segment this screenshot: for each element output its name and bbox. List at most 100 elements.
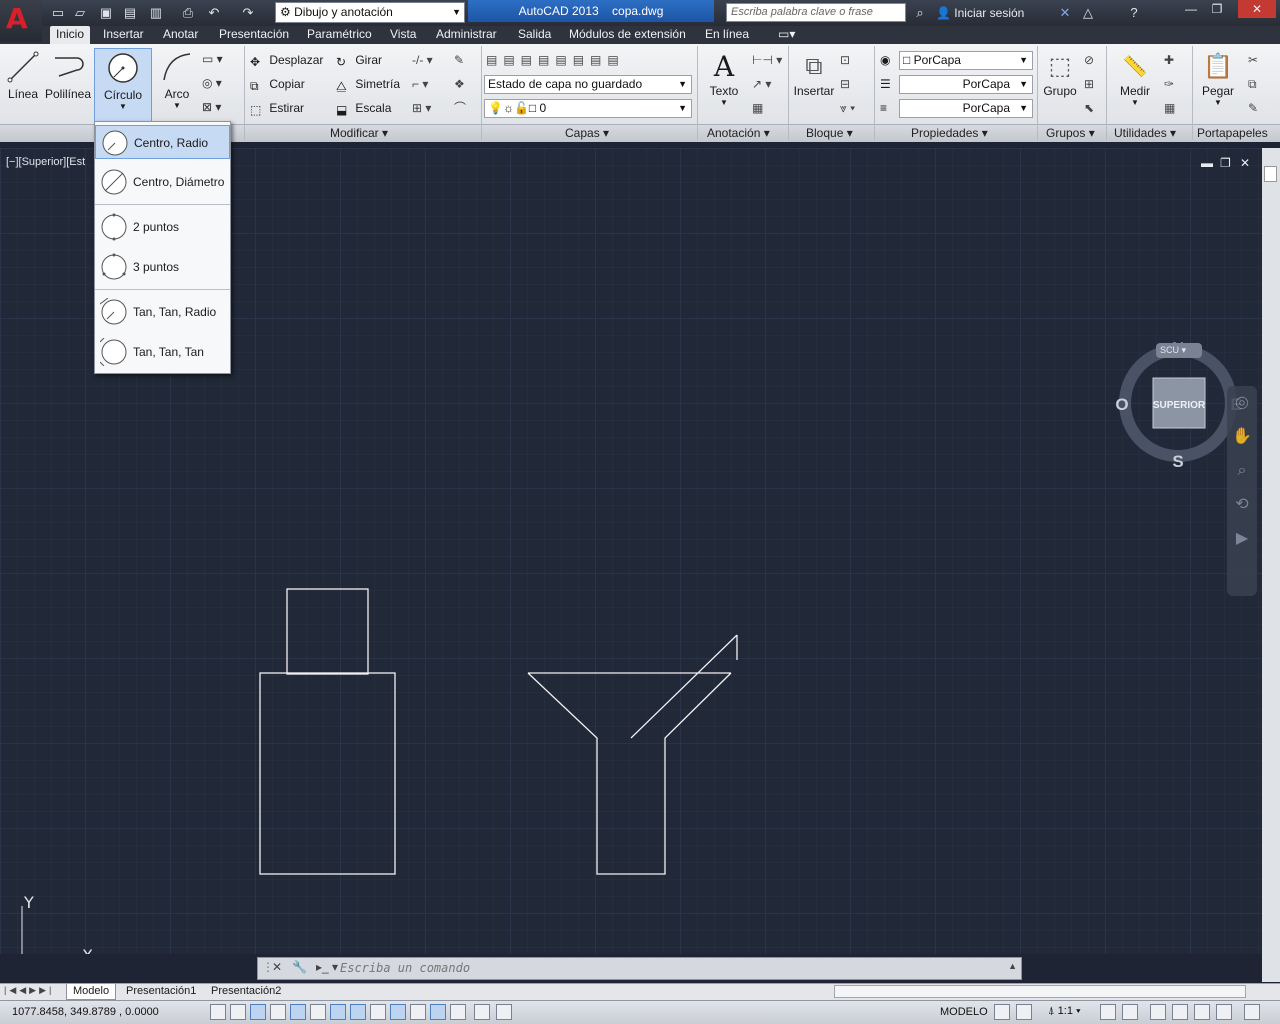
login-button[interactable]: 👤 Iniciar sesión [936, 3, 1024, 23]
ortho-mode-icon[interactable] [270, 1004, 286, 1020]
match-properties-icon[interactable]: ✎ [1248, 99, 1258, 117]
leader-icon[interactable]: ↗ ▾ [752, 75, 771, 93]
ducs-icon[interactable] [370, 1004, 386, 1020]
selection-cycling-icon[interactable] [474, 1004, 490, 1020]
object-snap-icon[interactable] [310, 1004, 326, 1020]
minimize-button[interactable]: — [1178, 0, 1204, 18]
workspace-select[interactable]: ⚙ Dibujo y anotación ▼ [275, 2, 465, 23]
quick-properties-icon[interactable] [450, 1004, 466, 1020]
explode-icon[interactable]: ❖ [454, 75, 465, 93]
fillet-icon[interactable]: ⌐ ▾ [412, 75, 428, 93]
tab-vista[interactable]: Vista [390, 26, 416, 44]
tab-overflow-icon[interactable]: ▭▾ [778, 26, 795, 44]
menu-item-tan-tan-radio[interactable]: Tan, Tan, Radio [95, 295, 230, 329]
tab-anotar[interactable]: Anotar [163, 26, 198, 44]
horizontal-scrollbar[interactable] [834, 985, 1246, 998]
lineweight-toggle-icon[interactable] [410, 1004, 426, 1020]
offset-icon[interactable]: ⌒ [454, 99, 466, 117]
workspace-switch-icon[interactable] [1150, 1004, 1166, 1020]
annotation-visibility-icon[interactable] [1100, 1004, 1116, 1020]
panel-bloque[interactable]: Bloque ▾ [806, 125, 853, 141]
lineweight-icon[interactable]: ☰ [880, 75, 891, 93]
tab-administrar[interactable]: Administrar [436, 26, 497, 44]
layer-state-select[interactable]: Estado de capa no guardado ▼ [484, 75, 692, 94]
tab-salida[interactable]: Salida [518, 26, 551, 44]
create-block-icon[interactable]: ⊡ [840, 51, 850, 69]
scale-button[interactable]: ⬓ Escala [336, 99, 391, 117]
wrench-icon[interactable]: 🔧 [292, 960, 307, 974]
copy-clip-icon[interactable]: ⧉ [1248, 75, 1257, 93]
print-icon[interactable]: ⎙ [178, 3, 198, 23]
scroll-thumb[interactable] [1264, 166, 1277, 182]
annotation-monitor-icon[interactable] [496, 1004, 512, 1020]
restore-button[interactable]: ❐ [1204, 0, 1230, 18]
dimension-icon[interactable]: ⊢⊣ ▾ [752, 51, 782, 69]
menu-item-2-puntos[interactable]: 2 puntos [95, 210, 230, 244]
infer-constraints-icon[interactable] [210, 1004, 226, 1020]
save-as-icon[interactable]: ▤ [120, 3, 140, 23]
open-icon[interactable]: ▱ [70, 3, 90, 23]
panel-propiedades[interactable]: Propiedades ▾ [911, 125, 988, 141]
hatch-icon[interactable]: ◎ ▾ [202, 76, 222, 90]
layer-select[interactable]: 💡☼🔓□ 0 ▼ [484, 99, 692, 118]
close-button[interactable]: ✕ [1238, 0, 1276, 18]
quick-view-drawings-icon[interactable] [1016, 1004, 1032, 1020]
menu-item-3-puntos[interactable]: 3 puntos [95, 250, 230, 284]
exchange-icon[interactable]: ✕ [1055, 3, 1075, 23]
tab-inicio[interactable]: Inicio [50, 26, 91, 44]
edit-block-icon[interactable]: ⊟ [840, 75, 850, 93]
save-icon[interactable]: ▣ [96, 3, 116, 23]
copy-button[interactable]: ⧉ Copiar [250, 75, 305, 93]
group-button[interactable]: ⬚ Grupo [1040, 50, 1080, 98]
calculator-icon[interactable]: ▦ [1164, 99, 1175, 117]
coordinates-readout[interactable]: 1077.8458, 349.8789 , 0.0000 [12, 1006, 159, 1018]
cut-icon[interactable]: ✂ [1248, 51, 1258, 69]
table-icon[interactable]: ▦ [752, 99, 763, 117]
ungroup-icon[interactable]: ⊘ [1084, 51, 1094, 69]
tab-en-linea[interactable]: En línea [705, 26, 749, 44]
lineweight-select[interactable]: PorCapa ▼ [899, 75, 1033, 94]
line-button[interactable]: Línea [4, 50, 42, 101]
panel-modificar[interactable]: Modificar ▾ [330, 125, 388, 141]
viewport-restore-icon[interactable]: ❐ [1220, 156, 1231, 170]
panel-utilidades[interactable]: Utilidades ▾ [1114, 125, 1176, 141]
grid-display-icon[interactable] [250, 1004, 266, 1020]
polyline-button[interactable]: Polilínea [44, 50, 92, 101]
group-edit-icon[interactable]: ⊞ [1084, 75, 1094, 93]
autodesk360-icon[interactable]: △ [1078, 3, 1098, 23]
mirror-button[interactable]: ⧋ Simetría [336, 75, 400, 93]
viewport-minimize-icon[interactable]: ▬ [1201, 156, 1213, 170]
group-select-icon[interactable]: ⬉ [1084, 99, 1094, 117]
close-icon[interactable]: ✕ [272, 960, 282, 974]
tab-modulos[interactable]: Módulos de extensión [569, 26, 686, 44]
panel-capas[interactable]: Capas ▾ [565, 125, 609, 141]
annotation-scale[interactable]: ⍋ 1:1 ▾ [1048, 1005, 1081, 1018]
layout-nav-arrows-icon[interactable]: |◀◀▶▶| [4, 985, 54, 996]
array-icon[interactable]: ⊞ ▾ [412, 99, 431, 117]
ucs-menu[interactable]: SCU ▾ [1156, 343, 1202, 358]
tab-presentacion[interactable]: Presentación [219, 26, 289, 44]
vertical-scrollbar[interactable] [1262, 148, 1280, 982]
viewport-close-icon[interactable]: ✕ [1240, 156, 1250, 170]
search-input[interactable]: Escriba palabra clave o frase [726, 3, 906, 22]
viewport-controls-label[interactable]: [−][Superior][Est [6, 156, 85, 168]
dyn-input-icon[interactable] [390, 1004, 406, 1020]
boundary-icon[interactable]: ⊠ ▾ [202, 100, 221, 114]
circle-button[interactable]: Círculo ▼ [94, 48, 152, 122]
otrack-icon[interactable] [350, 1004, 366, 1020]
auto-scale-icon[interactable] [1122, 1004, 1138, 1020]
model-space-toggle[interactable]: MODELO [940, 1006, 988, 1018]
text-button[interactable]: A Texto ▼ [704, 50, 744, 107]
quick-view-layouts-icon[interactable] [994, 1004, 1010, 1020]
tab-presentacion2[interactable]: Presentación2 [205, 984, 287, 999]
erase-icon[interactable]: ✎ [454, 51, 464, 69]
linetype-select[interactable]: PorCapa ▼ [899, 99, 1033, 118]
pan-icon[interactable]: ✋ [1227, 420, 1257, 454]
menu-item-centro-radio[interactable]: Centro, Radio [95, 125, 230, 159]
rectangle-icon[interactable]: ▭ ▾ [202, 52, 223, 66]
clean-screen-icon[interactable] [1244, 1004, 1260, 1020]
trim-icon[interactable]: -/- ▾ [412, 51, 433, 69]
panel-anotacion[interactable]: Anotación ▾ [707, 125, 770, 141]
color-select[interactable]: □ PorCapa ▼ [899, 51, 1033, 70]
command-prompt-icon[interactable]: ▸_ ▾ [316, 960, 338, 974]
